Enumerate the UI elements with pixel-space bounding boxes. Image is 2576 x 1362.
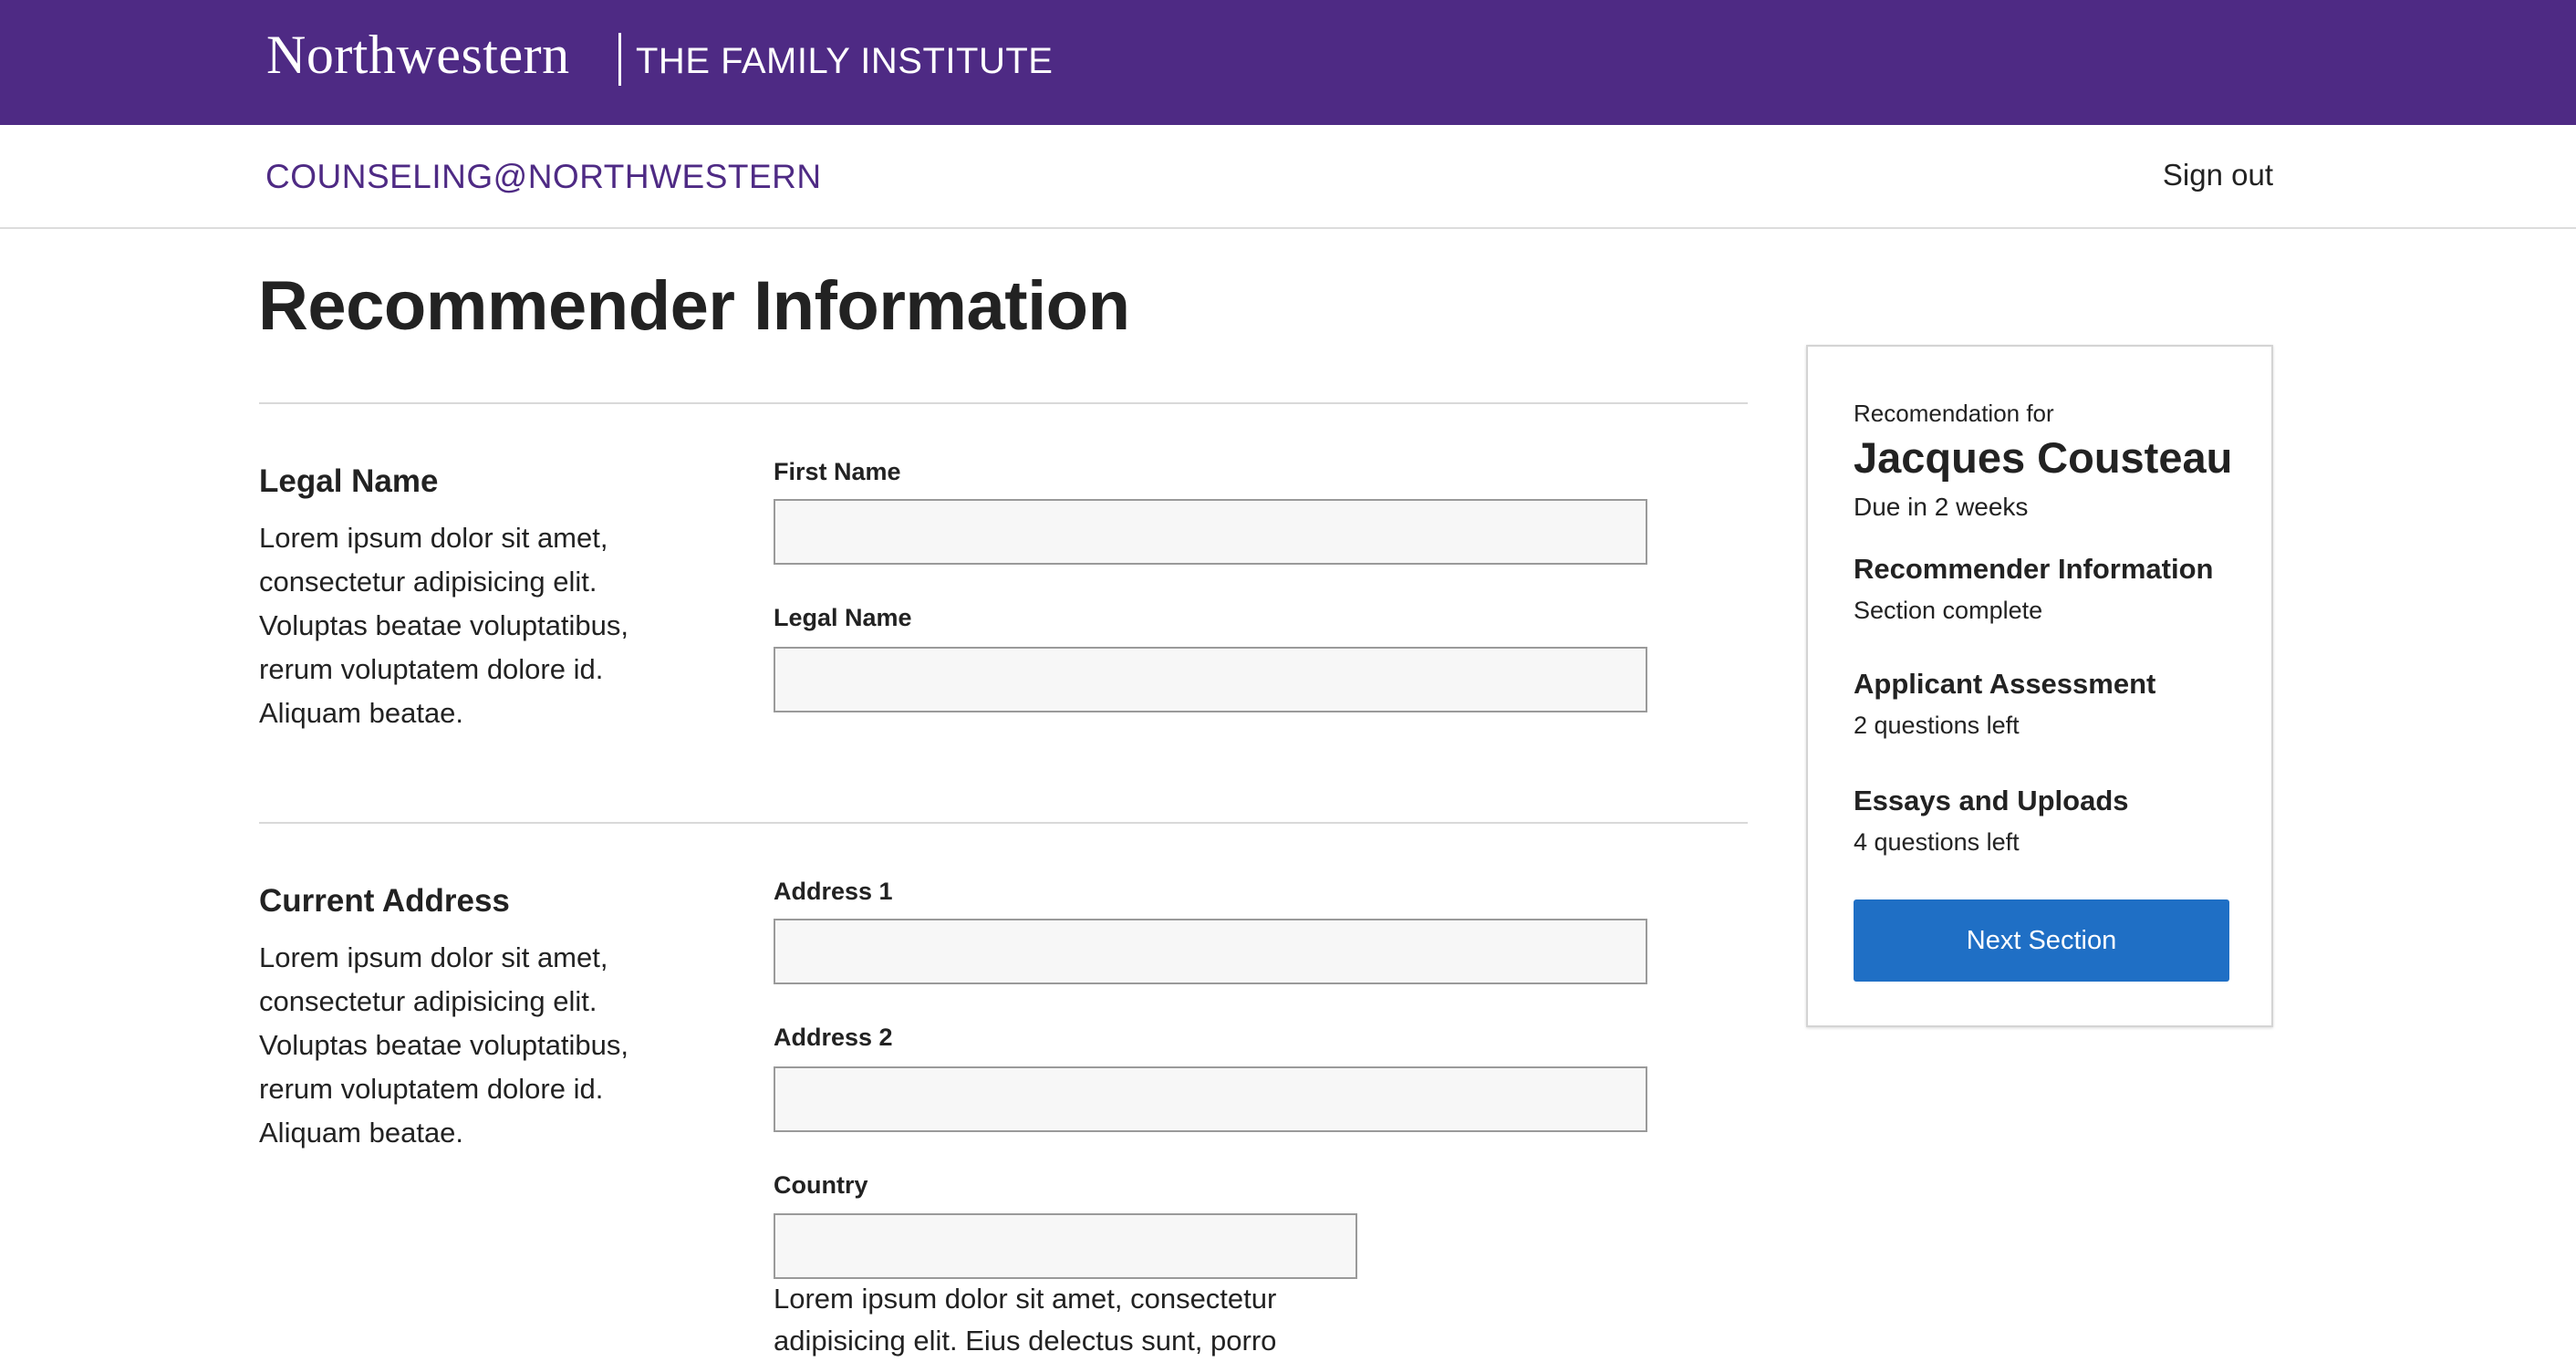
- applicant-name: Jacques Cousteau: [1854, 433, 2233, 482]
- section-title-legal-name: Legal Name: [259, 463, 439, 499]
- recommendation-for-label: Recomendation for: [1854, 400, 2054, 427]
- page-title: Recommender Information: [258, 267, 1130, 345]
- first-name-label: First Name: [774, 458, 901, 485]
- legal-name-field[interactable]: [774, 647, 1647, 712]
- top-header-bar: Northwestern THE FAMILY INSTITUTE: [0, 0, 2576, 125]
- section-divider: [259, 402, 1748, 404]
- section-title-current-address: Current Address: [259, 883, 510, 919]
- section-description: Lorem ipsum dolor sit amet, consectetur …: [259, 941, 629, 1149]
- due-date: Due in 2 weeks: [1854, 493, 2029, 521]
- program-title[interactable]: COUNSELING@NORTHWESTERN: [265, 158, 822, 196]
- progress-card: Recomendation for Jacques Cousteau Due i…: [1806, 345, 2273, 1027]
- first-name-field[interactable]: [774, 499, 1647, 565]
- step-status: 2 questions left: [1854, 712, 2020, 739]
- legal-name-label: Legal Name: [774, 604, 912, 631]
- step-status: 4 questions left: [1854, 828, 2020, 856]
- section-divider: [259, 822, 1748, 824]
- step-applicant-assessment[interactable]: Applicant Assessment: [1854, 668, 2155, 701]
- step-status: Section complete: [1854, 597, 2043, 624]
- country-help-text: Lorem ipsum dolor sit amet, consectetur …: [774, 1283, 1277, 1357]
- address-2-field[interactable]: [774, 1066, 1647, 1132]
- northwestern-logo[interactable]: Northwestern: [266, 24, 570, 87]
- family-institute-label: THE FAMILY INSTITUTE: [636, 41, 1054, 81]
- country-label: Country: [774, 1171, 868, 1199]
- country-field[interactable]: [774, 1213, 1357, 1279]
- step-recommender-information[interactable]: Recommender Information: [1854, 553, 2213, 586]
- address-1-field[interactable]: [774, 919, 1647, 984]
- step-essays-and-uploads[interactable]: Essays and Uploads: [1854, 785, 2129, 817]
- sign-out-link[interactable]: Sign out: [2163, 158, 2273, 192]
- address-1-label: Address 1: [774, 878, 893, 905]
- next-section-button[interactable]: Next Section: [1854, 899, 2229, 982]
- section-description: Lorem ipsum dolor sit amet, consectetur …: [259, 522, 629, 729]
- secondary-nav: COUNSELING@NORTHWESTERN Sign out: [0, 125, 2576, 229]
- address-2-label: Address 2: [774, 1024, 893, 1051]
- logo-divider: [618, 33, 621, 86]
